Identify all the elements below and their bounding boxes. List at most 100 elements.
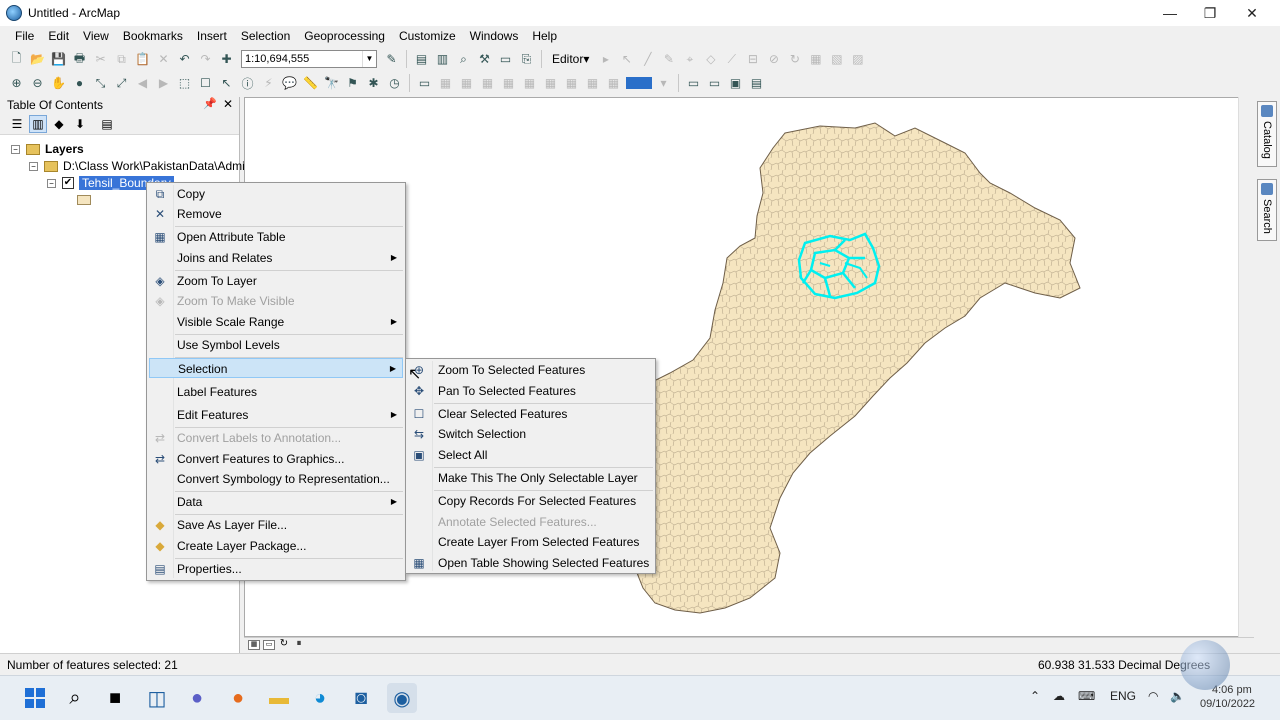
tray-overflow-icon[interactable]: ⌃	[1030, 689, 1040, 703]
zoom-out-icon[interactable]: ⊖	[29, 74, 47, 92]
editor-toolbar-icon[interactable]: ✎	[383, 50, 401, 68]
point-icon[interactable]: ⌖	[681, 50, 699, 68]
search-window-icon[interactable]: ⌕	[455, 50, 473, 68]
catalog-window-icon[interactable]: ▥	[434, 50, 452, 68]
full-extent-icon[interactable]: ●	[71, 74, 89, 92]
layer-symbol-patch[interactable]	[77, 195, 91, 205]
menu-geoprocessing[interactable]: Geoprocessing	[297, 26, 392, 46]
onedrive-icon[interactable]: ☁	[1053, 689, 1065, 703]
menu-select-all[interactable]: ▣ Select All	[408, 445, 653, 465]
list-by-selection-icon[interactable]: ⬇	[71, 115, 89, 133]
save-icon[interactable]: 💾	[50, 50, 68, 68]
list-by-visibility-icon[interactable]: ◆	[50, 115, 68, 133]
measure-icon[interactable]: 📏	[302, 74, 320, 92]
edit-annotation-icon[interactable]: ↖	[618, 50, 636, 68]
menu-save-as-layer-file[interactable]: ◆ Save As Layer File...	[149, 515, 403, 535]
toc-source-row[interactable]: − D:\Class Work\PakistanData\Admin	[29, 159, 252, 173]
forward-extent-icon[interactable]: ▶	[155, 74, 173, 92]
copy-icon[interactable]: ⧉	[113, 50, 131, 68]
trace-icon[interactable]: ✎	[660, 50, 678, 68]
menu-copy[interactable]: ⧉ Copy	[149, 184, 403, 204]
toc-layers-row[interactable]: − Layers	[11, 142, 84, 156]
draw-tool-6-icon[interactable]: ▦	[542, 74, 560, 92]
arctoolbox-icon[interactable]: ⚒	[476, 50, 494, 68]
language-indicator[interactable]: ENG	[1110, 689, 1136, 703]
toc-options-icon[interactable]: ▤	[98, 115, 116, 133]
table-of-contents-icon[interactable]: ▤	[413, 50, 431, 68]
minimize-button[interactable]: —	[1148, 0, 1192, 26]
layout-tool-1-icon[interactable]: ▭	[685, 74, 703, 92]
select-elements-icon[interactable]: ↖	[218, 74, 236, 92]
volume-icon[interactable]: 🔈	[1170, 689, 1185, 703]
layout-view-icon[interactable]: ▭	[263, 639, 275, 650]
attributes-icon[interactable]: ▦	[807, 50, 825, 68]
menu-use-symbol-levels[interactable]: Use Symbol Levels	[149, 335, 403, 355]
menu-properties[interactable]: ▤ Properties...	[149, 559, 403, 579]
draw-tool-1-icon[interactable]: ▦	[437, 74, 455, 92]
delete-icon[interactable]: ✕	[155, 50, 173, 68]
python-window-icon[interactable]: ▭	[497, 50, 515, 68]
select-features-icon[interactable]: ⬚	[176, 74, 194, 92]
menu-joins-and-relates[interactable]: Joins and Relates ▶	[149, 248, 403, 268]
pause-drawing-icon[interactable]: ⏸	[293, 638, 305, 650]
menu-copy-records[interactable]: Copy Records For Selected Features	[408, 491, 653, 511]
menu-bookmarks[interactable]: Bookmarks	[116, 26, 190, 46]
close-icon[interactable]: ✕	[223, 97, 233, 111]
menu-make-only-selectable[interactable]: Make This The Only Selectable Layer	[408, 468, 653, 488]
map-vertical-scrollbar[interactable]	[1238, 97, 1254, 637]
menu-create-layer-from-selected[interactable]: Create Layer From Selected Features	[408, 532, 653, 552]
wifi-icon[interactable]: ◠	[1148, 689, 1158, 703]
menu-zoom-to-layer[interactable]: ◈ Zoom To Layer	[149, 271, 403, 291]
draw-icon[interactable]: ▭	[416, 74, 434, 92]
file-explorer-icon[interactable]: ▬	[264, 683, 294, 713]
keyboard-icon[interactable]: ⌨	[1078, 689, 1095, 703]
time-slider-icon[interactable]: ◷	[386, 74, 404, 92]
layout-tool-3-icon[interactable]: ▣	[727, 74, 745, 92]
refresh-icon[interactable]: ↻	[278, 638, 290, 650]
menu-visible-scale-range[interactable]: Visible Scale Range ▶	[149, 312, 403, 332]
cut-icon[interactable]: ✂	[92, 50, 110, 68]
sketch-properties-icon[interactable]: ▧	[828, 50, 846, 68]
menu-selection[interactable]: Selection ▶	[149, 358, 403, 378]
fixed-zoom-in-icon[interactable]: ⤡	[92, 74, 110, 92]
start-icon[interactable]	[20, 683, 50, 713]
search-tab[interactable]: Search	[1257, 179, 1277, 241]
find-icon[interactable]: 🔭	[323, 74, 341, 92]
fixed-zoom-out-icon[interactable]: ⤢	[113, 74, 131, 92]
list-by-source-icon[interactable]: ▥	[29, 114, 47, 133]
list-by-drawing-order-icon[interactable]: ☰	[8, 115, 26, 133]
arcmap-taskbar-icon[interactable]: ◉	[387, 683, 417, 713]
menu-customize[interactable]: Customize	[392, 26, 463, 46]
map-scale-combobox[interactable]: 1:10,694,555 ▼	[241, 50, 377, 68]
straight-segment-icon[interactable]: ╱	[639, 50, 657, 68]
menu-clear-selected-features[interactable]: ☐ Clear Selected Features	[408, 404, 653, 424]
color-dropdown-icon[interactable]: ▾	[655, 74, 673, 92]
draw-tool-8-icon[interactable]: ▦	[584, 74, 602, 92]
create-features-icon[interactable]: ▨	[849, 50, 867, 68]
rotate-icon[interactable]: ↻	[786, 50, 804, 68]
restore-button[interactable]: ❐	[1188, 0, 1232, 26]
menu-remove[interactable]: ✕ Remove	[149, 204, 403, 224]
menu-create-layer-package[interactable]: ◆ Create Layer Package...	[149, 536, 403, 556]
back-extent-icon[interactable]: ◀	[134, 74, 152, 92]
menu-selection[interactable]: Selection	[234, 26, 297, 46]
menu-edit[interactable]: Edit	[41, 26, 76, 46]
collapse-icon[interactable]: −	[29, 161, 38, 171]
editor-menu[interactable]: Editor▾	[552, 52, 589, 66]
menu-switch-selection[interactable]: ⇆ Switch Selection	[408, 424, 653, 444]
model-builder-icon[interactable]: ⎘	[518, 50, 536, 68]
paste-icon[interactable]: 📋	[134, 50, 152, 68]
pin-icon[interactable]: 📌	[203, 97, 217, 110]
redo-icon[interactable]: ↷	[197, 50, 215, 68]
menu-convert-symbology[interactable]: Convert Symbology to Representation...	[149, 469, 403, 489]
menu-open-attribute-table[interactable]: ▦ Open Attribute Table	[149, 227, 403, 247]
menu-view[interactable]: View	[76, 26, 116, 46]
cut-polygons-icon[interactable]: ⊟	[744, 50, 762, 68]
menu-pan-to-selected-features[interactable]: ✥ Pan To Selected Features	[408, 381, 653, 401]
add-data-icon[interactable]: ✚	[218, 50, 236, 68]
layer-visibility-checkbox[interactable]: ✔	[62, 177, 74, 189]
draw-tool-9-icon[interactable]: ▦	[605, 74, 623, 92]
draw-tool-4-icon[interactable]: ▦	[500, 74, 518, 92]
goto-xy-icon[interactable]: ✱	[365, 74, 383, 92]
taskbar-search-icon[interactable]: ⌕	[60, 683, 90, 713]
